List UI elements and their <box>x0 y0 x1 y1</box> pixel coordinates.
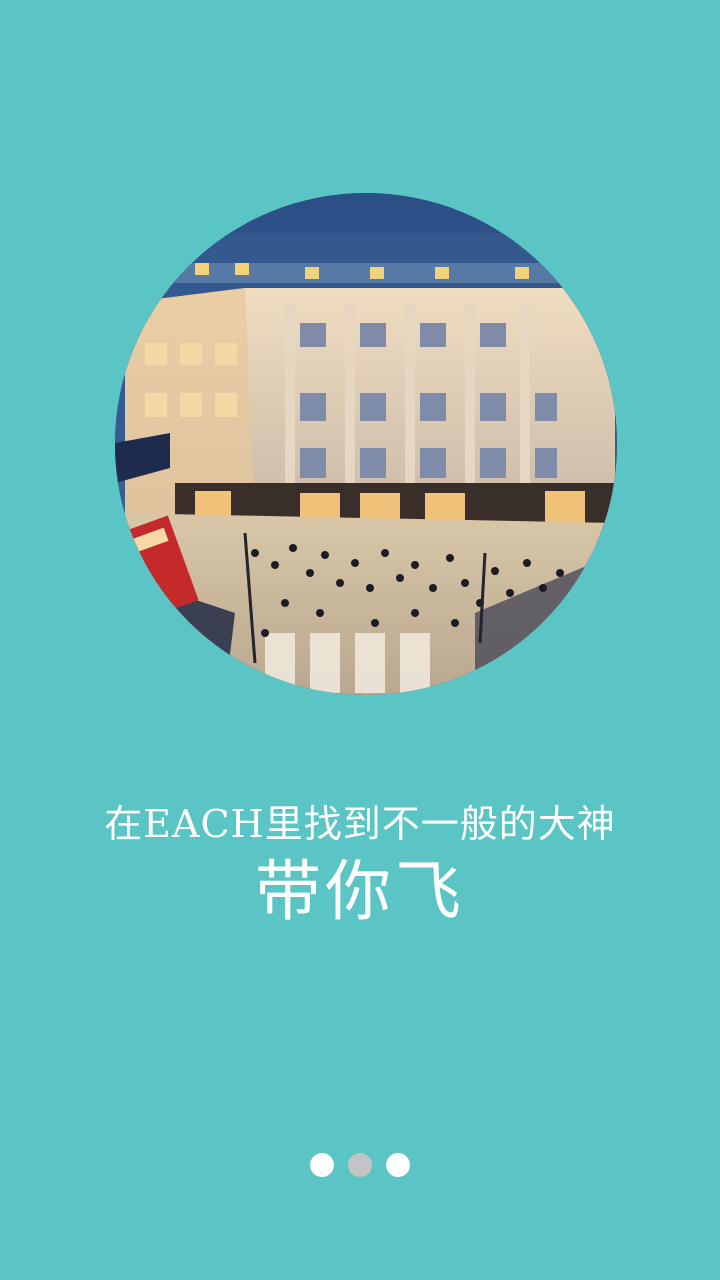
tagline-secondary: 带你飞 <box>255 853 465 930</box>
page-dot-3[interactable] <box>386 1153 410 1177</box>
city-street-illustration <box>115 193 617 695</box>
page-indicator <box>0 1153 720 1179</box>
tagline-primary: 在EACH里找到不一般的大神 <box>104 802 616 846</box>
page-dot-2[interactable] <box>348 1153 372 1177</box>
page-dot-1[interactable] <box>310 1153 334 1177</box>
hero-image <box>115 193 617 695</box>
